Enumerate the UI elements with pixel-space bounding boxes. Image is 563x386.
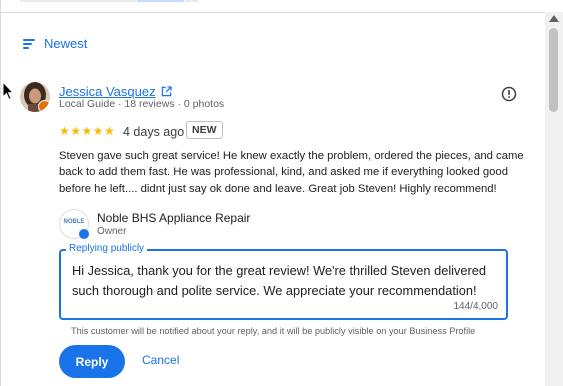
business-logo-text: NOBLE (63, 219, 85, 225)
sort-icon (23, 38, 37, 50)
cancel-button[interactable]: Cancel (142, 353, 179, 367)
new-badge: NEW (186, 121, 223, 139)
reviewer-meta: Local Guide · 18 reviews · 0 photos (59, 98, 225, 110)
scroll-thumb[interactable] (549, 28, 558, 112)
top-tab-strip (0, 0, 545, 13)
reviewer-avatar[interactable] (20, 82, 50, 112)
local-guide-badge-icon (38, 100, 50, 112)
reply-text[interactable]: Hi Jessica, thank you for the great revi… (72, 261, 504, 300)
panel-left-border (0, 0, 1, 386)
character-count: 144/4,000 (453, 301, 499, 312)
reply-button[interactable]: Reply (59, 345, 125, 378)
report-flag-icon[interactable] (501, 86, 517, 102)
tab-segment (185, 0, 198, 2)
reply-field-label: Replying publicly (66, 243, 148, 254)
rating-stars: ★★★★★ (59, 124, 116, 138)
verified-check-icon (79, 229, 89, 239)
business-role: Owner (97, 226, 127, 237)
sort-newest-button[interactable]: Newest (23, 36, 87, 51)
mouse-cursor-icon (2, 81, 14, 101)
business-logo: NOBLE (59, 209, 89, 239)
reviewer-link[interactable]: Jessica Vasquez (59, 84, 172, 99)
sort-label: Newest (44, 36, 88, 51)
reply-notice: This customer will be notified about you… (71, 326, 476, 336)
reviewer-name[interactable]: Jessica Vasquez (59, 84, 156, 99)
open-in-new-icon (161, 86, 172, 97)
tab-segment (20, 0, 136, 2)
scroll-up-arrow-icon[interactable] (549, 15, 559, 22)
business-name: Noble BHS Appliance Repair (97, 211, 251, 225)
review-date: 4 days ago (123, 125, 185, 139)
tab-segment-active (137, 0, 184, 2)
review-text: Steven gave such great service! He knew … (59, 150, 524, 195)
